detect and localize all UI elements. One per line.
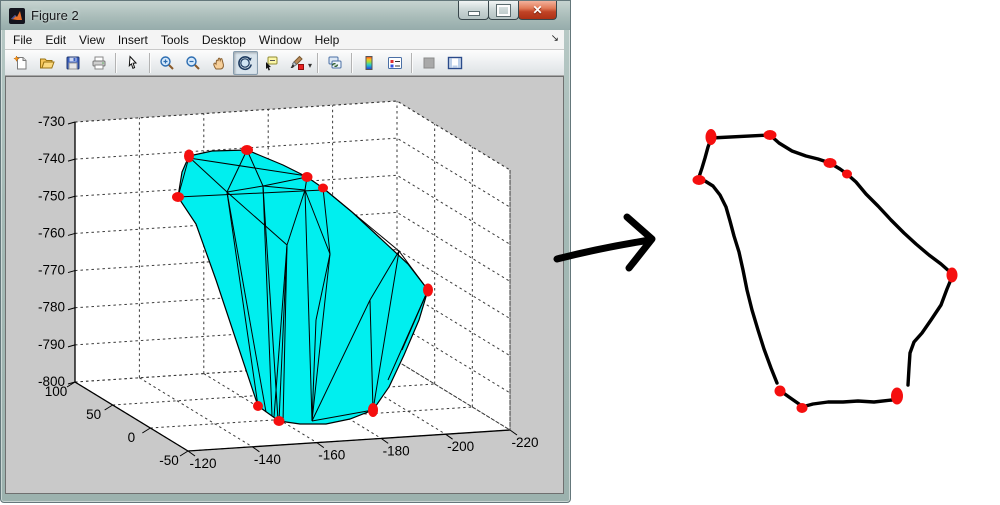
insert-colorbar-button[interactable] (357, 51, 382, 75)
sketch-outline (699, 135, 952, 407)
menu-item-window[interactable]: Window (254, 31, 307, 49)
minimize-icon (468, 11, 480, 16)
show-plot-tools-icon (447, 55, 463, 71)
toolbar: ▾ (5, 50, 564, 76)
new-file-icon (13, 55, 29, 71)
menu-item-view[interactable]: View (74, 31, 110, 49)
insert-legend-button[interactable] (383, 51, 408, 75)
window-title: Figure 2 (31, 8, 79, 23)
figure-window: Figure 2 ✕ FileEditViewInsertToolsDeskto… (0, 0, 571, 503)
hide-plot-tools-icon (421, 55, 437, 71)
brush-tool-button[interactable] (285, 51, 310, 75)
data-cursor-button[interactable] (259, 51, 284, 75)
zoom-out-button[interactable] (181, 51, 206, 75)
print-button[interactable] (87, 51, 112, 75)
link-icon (327, 55, 343, 71)
menu-item-help[interactable]: Help (310, 31, 345, 49)
figure-canvas[interactable] (5, 76, 564, 494)
colorbar-icon (361, 55, 377, 71)
pointer-tool-button[interactable] (121, 51, 146, 75)
close-icon: ✕ (532, 4, 542, 16)
toolbar-separator (351, 53, 353, 73)
toolbar-separator (317, 53, 319, 73)
hide-plot-tools-button[interactable] (417, 51, 442, 75)
pointer-icon (125, 55, 141, 71)
brush-icon (289, 55, 305, 71)
matlab-icon (9, 8, 25, 24)
legend-icon (387, 55, 403, 71)
screenshot-page: Figure 2 ✕ FileEditViewInsertToolsDeskto… (0, 0, 1000, 505)
toolbar-separator (149, 53, 151, 73)
menu-item-tools[interactable]: Tools (156, 31, 194, 49)
link-plots-button[interactable] (323, 51, 348, 75)
menu-item-file[interactable]: File (8, 31, 37, 49)
arrow-annotation (557, 217, 652, 268)
menu-overflow-icon[interactable]: ↘ (551, 33, 559, 44)
menu-item-insert[interactable]: Insert (113, 31, 153, 49)
zoom-in-button[interactable] (155, 51, 180, 75)
sketch-dots (693, 129, 958, 413)
save-button[interactable] (61, 51, 86, 75)
minimize-button[interactable] (458, 1, 489, 20)
rotate-3d-button[interactable] (233, 51, 258, 75)
titlebar[interactable]: Figure 2 ✕ (1, 1, 570, 30)
brush-dropdown-caret[interactable]: ▾ (308, 61, 312, 70)
hand-icon (211, 55, 227, 71)
new-file-button[interactable] (9, 51, 34, 75)
open-folder-icon (39, 55, 55, 71)
close-button[interactable]: ✕ (518, 1, 557, 20)
rotate-3d-icon (237, 55, 253, 71)
data-cursor-icon (263, 55, 279, 71)
maximize-icon (497, 5, 510, 16)
maximize-button[interactable] (488, 1, 519, 20)
save-icon (65, 55, 81, 71)
toolbar-separator (115, 53, 117, 73)
menu-item-desktop[interactable]: Desktop (197, 31, 251, 49)
window-controls: ✕ (459, 1, 557, 20)
pan-tool-button[interactable] (207, 51, 232, 75)
printer-icon (91, 55, 107, 71)
menubar: FileEditViewInsertToolsDesktopWindowHelp… (5, 30, 564, 50)
toolbar-separator (411, 53, 413, 73)
open-file-button[interactable] (35, 51, 60, 75)
zoom-out-icon (185, 55, 201, 71)
menu-item-edit[interactable]: Edit (40, 31, 71, 49)
show-plot-tools-button[interactable] (443, 51, 468, 75)
zoom-in-icon (159, 55, 175, 71)
